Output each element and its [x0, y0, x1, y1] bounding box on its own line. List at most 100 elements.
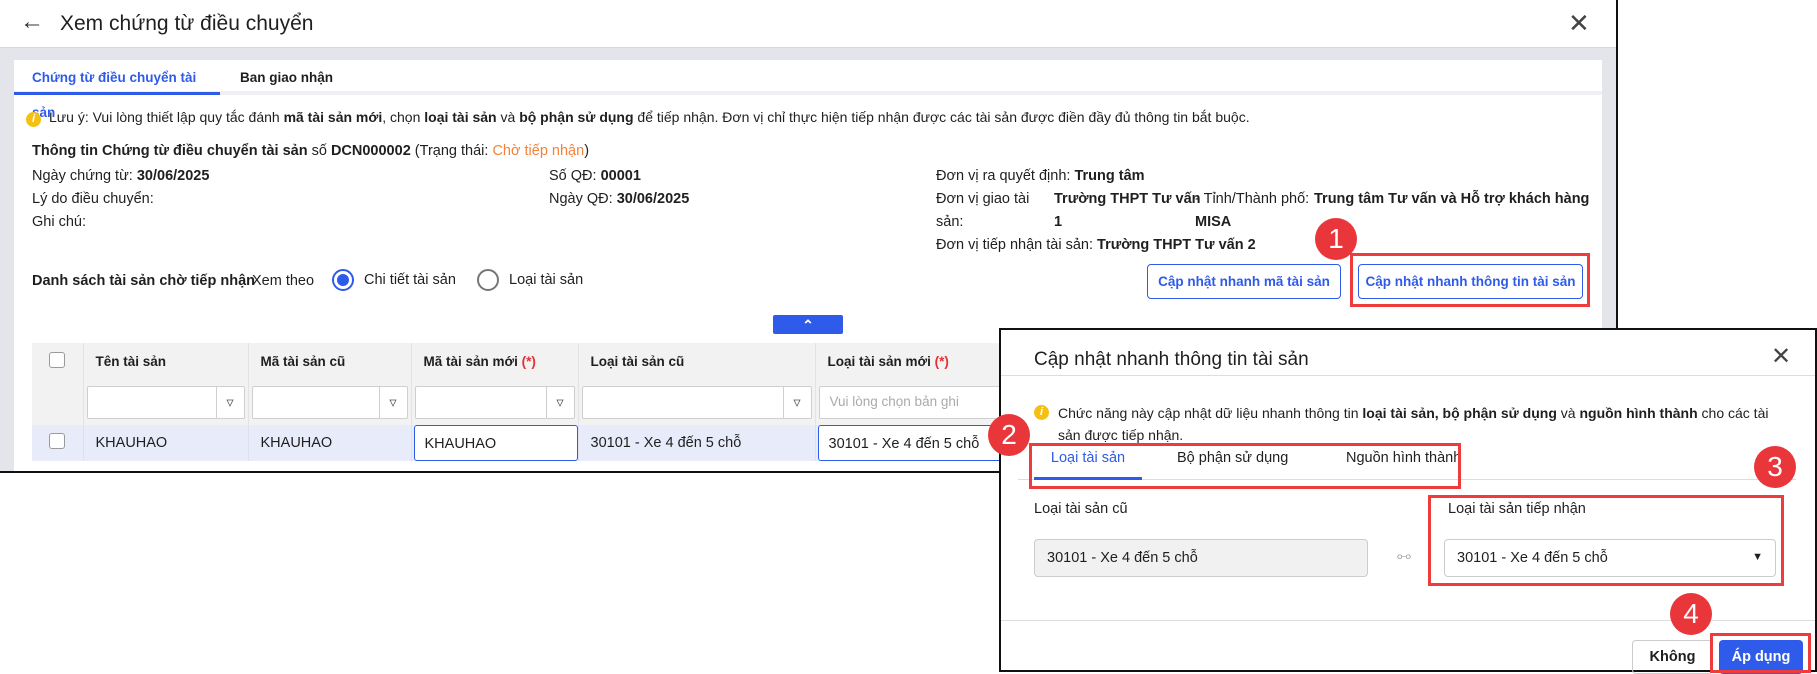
- status-suffix: ): [584, 143, 590, 159]
- label: Số QĐ:: [549, 168, 597, 184]
- highlight-box-2: [1029, 443, 1461, 489]
- sender-label: sản:: [936, 214, 964, 230]
- filter-icon[interactable]: ▿: [545, 387, 574, 418]
- old-type-field: 30101 - Xe 4 đến 5 chỗ: [1034, 539, 1368, 577]
- decision-date: Ngày QĐ: 30/06/2025: [549, 191, 689, 207]
- decision-unit: Đơn vị ra quyết định: Trung tâm: [936, 168, 1145, 184]
- transfer-reason: Lý do điều chuyển:: [32, 191, 154, 207]
- col-header-new-type: Loại tài sản mới (*): [815, 343, 1016, 380]
- radio-label: Loại tài sản: [509, 272, 584, 288]
- cell-name: KHAUHAO: [83, 425, 249, 461]
- collapse-button[interactable]: ⌃: [773, 315, 843, 334]
- close-icon[interactable]: ✕: [1771, 342, 1791, 371]
- filter-old-code-input[interactable]: ▿: [251, 386, 408, 419]
- notice-text: Lưu ý: Vui lòng thiết lập quy tắc đánh: [49, 109, 284, 125]
- receiver-unit: Đơn vị tiếp nhận tài sản: Trường THPT Tư…: [936, 237, 1256, 253]
- status-prefix: (Trạng thái:: [414, 143, 493, 159]
- value: Trung tâm: [1074, 168, 1145, 184]
- filter-icon[interactable]: ▿: [378, 387, 407, 418]
- header-text: Loại tài sản mới: [827, 354, 931, 369]
- notice-bold: loại tài sản: [424, 109, 497, 125]
- col-header-old-code: Mã tài sản cũ: [248, 343, 412, 380]
- value: 30/06/2025: [616, 191, 690, 207]
- voucher-date: Ngày chứng từ: 30/06/2025: [32, 168, 209, 184]
- quick-update-code-button[interactable]: Cập nhật nhanh mã tài sản: [1147, 264, 1341, 299]
- label: Đơn vị ra quyết định:: [936, 168, 1071, 184]
- step-badge-4: 4: [1670, 593, 1712, 635]
- required-mark: (*): [521, 354, 536, 369]
- radio-detail[interactable]: Chi tiết tài sản: [332, 269, 456, 291]
- link-icon: ⧟: [1397, 547, 1411, 563]
- province-value: MISA: [1195, 214, 1232, 230]
- cell-old-code: KHAUHAO: [248, 425, 412, 461]
- tab-handover-board[interactable]: Ban giao nhận: [222, 60, 351, 95]
- notice-text: , chọn: [382, 109, 425, 125]
- list-title: Danh sách tài sản chờ tiếp nhận: [32, 273, 256, 289]
- divider: [1001, 375, 1815, 376]
- col-header-name: Tên tài sản: [83, 343, 249, 380]
- radio-checked-icon[interactable]: [332, 269, 354, 291]
- table-row[interactable]: KHAUHAO KHAUHAO KHAUHAO 30101 - Xe 4 đến…: [32, 425, 1016, 461]
- col-header-new-code: Mã tài sản mới (*): [411, 343, 579, 380]
- row-checkbox[interactable]: [49, 433, 65, 449]
- header-text: Mã tài sản mới: [423, 354, 518, 369]
- sender-unit: 1: [1054, 214, 1063, 230]
- filter-new-code-input[interactable]: ▿: [414, 386, 575, 419]
- step-badge-2: 2: [988, 414, 1030, 456]
- highlight-box-3: [1428, 495, 1784, 586]
- step-badge-3: 3: [1754, 446, 1796, 488]
- label: Ngày QĐ:: [549, 191, 613, 207]
- filter-name-input[interactable]: ▿: [86, 386, 245, 419]
- tab-transfer-voucher[interactable]: Chứng từ điều chuyển tài sản: [14, 60, 220, 120]
- decision-number: Số QĐ: 00001: [549, 168, 641, 184]
- cancel-button[interactable]: Không: [1632, 640, 1713, 674]
- status-badge: Chờ tiếp nhận: [492, 143, 585, 159]
- notice-text: và: [496, 109, 520, 125]
- page-title: Xem chứng từ điều chuyển: [60, 12, 314, 35]
- required-mark: (*): [934, 354, 949, 369]
- arrow-left-icon[interactable]: ←: [20, 8, 44, 36]
- info-heading: Thông tin Chứng từ điều chuyển tài sản s…: [32, 143, 589, 159]
- value: 00001: [600, 168, 641, 184]
- radio-label: Chi tiết tài sản: [364, 272, 456, 288]
- province-label: - Tỉnh/Thành phố:: [1195, 191, 1310, 207]
- value: Trường THPT Tư vấn 2: [1097, 237, 1256, 253]
- heading-text: Thông tin Chứng từ điều chuyển tài sản: [32, 143, 308, 159]
- sender-unit: Trường THPT Tư vấn: [1054, 191, 1201, 207]
- col-header-old-type: Loại tài sản cũ: [578, 343, 816, 380]
- step-badge-1: 1: [1315, 218, 1357, 260]
- notice: i Lưu ý: Vui lòng thiết lập quy tắc đánh …: [26, 109, 1250, 127]
- dialog-title: Cập nhật nhanh thông tin tài sản: [1034, 349, 1309, 370]
- sender-label: Đơn vị giao tài: [936, 191, 1030, 207]
- filter-old-type-input[interactable]: ▿: [581, 386, 812, 419]
- title-bar: ← Xem chứng từ điều chuyển ✕: [0, 0, 1616, 48]
- filter-icon[interactable]: ▿: [215, 387, 244, 418]
- view-by-label: Xem theo: [252, 273, 315, 289]
- radio-asset-type[interactable]: Loại tài sản: [477, 269, 583, 291]
- cell-old-type: 30101 - Xe 4 đến 5 chỗ: [578, 425, 816, 461]
- dialog-notice: i Chức năng này cập nhật dữ liệu nhanh t…: [1034, 402, 1794, 446]
- so-label: số: [311, 143, 327, 159]
- old-type-label: Loại tài sản cũ: [1034, 501, 1128, 517]
- info-icon: i: [1034, 405, 1049, 420]
- radio-unchecked-icon[interactable]: [477, 269, 499, 291]
- notice-bold: mã tài sản mới: [283, 109, 383, 125]
- filter-new-type-select[interactable]: Vui lòng chọn bản ghi: [818, 386, 1012, 419]
- notice-bold: bộ phận sử dụng: [519, 109, 634, 125]
- voucher-number: DCN000002: [330, 143, 411, 159]
- notice-bold: loại tài sản, bộ phận sử dụng: [1362, 405, 1557, 421]
- label: Đơn vị tiếp nhận tài sản:: [936, 237, 1094, 253]
- label: Ngày chứng từ:: [32, 168, 133, 184]
- note: Ghi chú:: [32, 214, 86, 230]
- info-icon: i: [26, 112, 41, 127]
- notice-text: để tiếp nhận. Đơn vị chỉ thực hiện tiếp …: [633, 109, 1250, 125]
- close-icon[interactable]: ✕: [1568, 8, 1590, 39]
- notice-bold: nguồn hình thành: [1579, 405, 1698, 421]
- new-type-select[interactable]: 30101 - Xe 4 đến 5 chỗ: [817, 425, 1015, 461]
- highlight-box-1: [1350, 253, 1590, 307]
- filter-icon[interactable]: ▿: [782, 387, 811, 418]
- new-code-input[interactable]: KHAUHAO: [413, 425, 578, 461]
- select-all-checkbox[interactable]: [49, 352, 65, 368]
- notice-text: Chức năng này cập nhật dữ liệu nhanh thô…: [1058, 405, 1363, 421]
- highlight-box-4: [1710, 633, 1811, 673]
